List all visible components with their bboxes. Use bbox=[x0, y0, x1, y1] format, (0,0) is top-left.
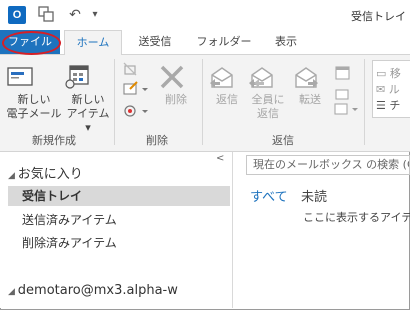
new-items-button[interactable]: 新しい アイテム▾ bbox=[64, 63, 112, 135]
folder-deleted-items[interactable]: 削除済みアイテム bbox=[8, 233, 230, 253]
delete-label: 削除 bbox=[165, 93, 187, 106]
undo-icon[interactable]: ↶ bbox=[66, 6, 84, 24]
expand-triangle-icon: ◢ bbox=[8, 171, 18, 181]
reply-all-button[interactable]: 全員に 返信 bbox=[248, 63, 288, 121]
filter-all[interactable]: すべて bbox=[250, 186, 288, 205]
ribbon-tabs: ファイル ホーム 送受信 フォルダー 表示 bbox=[0, 30, 410, 56]
more-respond-icon[interactable] bbox=[332, 101, 360, 117]
qat-dropdown-icon[interactable]: ▾ bbox=[86, 6, 104, 24]
reply-icon bbox=[208, 63, 246, 91]
forward-button[interactable]: 転送 bbox=[292, 63, 328, 107]
expand-triangle-icon: ◢ bbox=[8, 287, 18, 297]
account-header[interactable]: ◢ demotaro@mx3.alpha-w bbox=[8, 283, 178, 298]
empty-folder-message: ここに表示するアイテム bbox=[303, 211, 410, 224]
quick-step-item[interactable]: ▭ 移 bbox=[376, 65, 401, 81]
clean-up-icon[interactable] bbox=[122, 81, 148, 97]
new-items-label-line2: アイテム bbox=[66, 107, 110, 120]
new-items-icon bbox=[64, 63, 112, 91]
forward-label: 転送 bbox=[299, 93, 321, 106]
tab-view[interactable]: 表示 bbox=[268, 30, 304, 54]
folder-inbox[interactable]: 受信トレイ bbox=[8, 186, 230, 206]
new-email-label-line2: 電子メール bbox=[6, 107, 62, 120]
new-group-label: 新規作成 bbox=[32, 134, 76, 147]
group-separator bbox=[202, 59, 203, 145]
reply-label: 返信 bbox=[216, 93, 238, 106]
favorites-header[interactable]: ◢ お気に入り bbox=[8, 163, 83, 182]
forward-icon bbox=[292, 63, 328, 91]
reply-all-icon bbox=[248, 63, 288, 91]
title-bar: O ↶ ▾ 受信トレイ bbox=[0, 0, 410, 30]
junk-icon[interactable] bbox=[122, 103, 148, 119]
delete-x-icon bbox=[158, 63, 194, 91]
dropdown-arrow-icon: ▾ bbox=[85, 121, 91, 134]
quick-step-item[interactable]: ✉ ル bbox=[376, 81, 400, 97]
search-input[interactable]: 現在のメールボックス の検索 (Ct bbox=[246, 155, 410, 175]
quick-steps-gallery[interactable]: ▭ 移 ✉ ル ☰ チ bbox=[372, 60, 410, 118]
new-email-button[interactable]: 新しい 電子メール bbox=[6, 63, 62, 121]
tab-folder[interactable]: フォルダー bbox=[196, 30, 252, 54]
window-title: 受信トレイ bbox=[351, 10, 406, 23]
new-items-label-line1: 新しい bbox=[71, 93, 105, 106]
ignore-icon[interactable] bbox=[122, 61, 140, 77]
folder-sent-items[interactable]: 送信済みアイテム bbox=[8, 210, 230, 230]
move-to-icon: ▭ bbox=[376, 67, 387, 80]
ribbon: 新しい 電子メール 新しい アイテム▾ 新規作成 削除 削除 返信 全員に 返信… bbox=[0, 55, 410, 152]
tab-send-receive[interactable]: 送受信 bbox=[130, 30, 180, 54]
file-tab-highlight-ring bbox=[2, 31, 61, 55]
reply-all-label-line1: 全員に bbox=[251, 93, 285, 106]
group-separator bbox=[114, 59, 115, 145]
meeting-icon[interactable] bbox=[334, 65, 352, 81]
outlook-app-icon[interactable]: O bbox=[8, 6, 26, 24]
collapse-folder-pane-icon[interactable]: < bbox=[216, 153, 224, 164]
reply-all-label-line2: 返信 bbox=[257, 107, 279, 120]
done-icon: ☰ bbox=[376, 99, 386, 112]
delete-button[interactable]: 削除 bbox=[158, 63, 194, 107]
reply-button[interactable]: 返信 bbox=[208, 63, 246, 107]
filter-unread[interactable]: 未読 bbox=[301, 186, 327, 205]
group-separator bbox=[364, 59, 365, 145]
delete-group-label: 削除 bbox=[146, 134, 168, 147]
new-email-icon bbox=[6, 63, 62, 91]
quick-step-item[interactable]: ☰ チ bbox=[376, 97, 400, 113]
tab-home[interactable]: ホーム bbox=[64, 30, 122, 56]
send-receive-icon[interactable] bbox=[38, 6, 56, 24]
new-email-label-line1: 新しい bbox=[17, 93, 51, 106]
respond-group-label: 返信 bbox=[272, 134, 294, 147]
team-email-icon: ✉ bbox=[376, 83, 386, 96]
